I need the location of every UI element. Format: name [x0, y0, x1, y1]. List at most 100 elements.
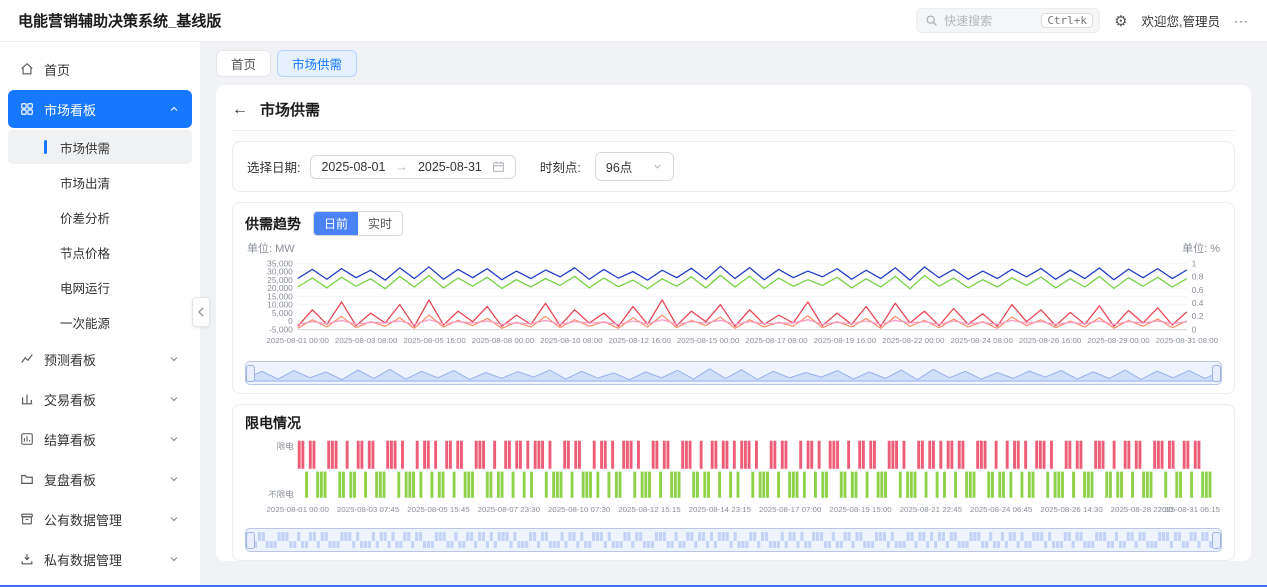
- brush-right-handle[interactable]: [1212, 365, 1221, 382]
- home-icon: [20, 62, 34, 76]
- supply-demand-line-chart[interactable]: 35,00030,00025,00020,00015,00010,0005,00…: [245, 258, 1222, 356]
- sidebar-subitem-market-clearing[interactable]: 市场出清: [8, 165, 192, 199]
- welcome-user-label[interactable]: 欢迎您,管理员: [1142, 11, 1220, 30]
- chevron-down-icon: [168, 473, 180, 485]
- svg-text:不限电: 不限电: [268, 489, 294, 499]
- sidebar-item-public-data[interactable]: 公有数据管理: [8, 500, 192, 538]
- trend-mode-toggle: 日前 实时: [313, 211, 403, 236]
- bar-chart-icon: [20, 392, 34, 406]
- sidebar-item-label: 公有数据管理: [44, 510, 122, 529]
- svg-text:2025-08-12 16:00: 2025-08-12 16:00: [608, 336, 671, 345]
- sidebar-subitem-price-diff[interactable]: 价差分析: [8, 200, 192, 234]
- global-search[interactable]: 快速搜索 Ctrl+k: [916, 8, 1100, 33]
- svg-text:2025-08-24 08:00: 2025-08-24 08:00: [950, 336, 1013, 345]
- svg-text:2025-08-07 23:30: 2025-08-07 23:30: [478, 505, 540, 514]
- svg-text:2025-08-26 16:00: 2025-08-26 16:00: [1019, 336, 1082, 345]
- filter-bar: 选择日期: 2025-08-01 → 2025-08-31 时刻点: 96点: [232, 141, 1235, 192]
- svg-text:2025-08-15 00:00: 2025-08-15 00:00: [677, 336, 740, 345]
- sidebar-subitem-node-price[interactable]: 节点价格: [8, 235, 192, 269]
- main-layout: 首页 市场看板 市场供需 市场出清 价差分析 节点价格 电网运行 一次能源: [0, 42, 1267, 587]
- sidebar-item-label: 市场看板: [44, 100, 96, 119]
- svg-text:2025-08-03 07:45: 2025-08-03 07:45: [337, 505, 399, 514]
- svg-text:2025-08-08 00:00: 2025-08-08 00:00: [472, 336, 535, 345]
- svg-text:0.4: 0.4: [1192, 299, 1204, 308]
- svg-text:0: 0: [1192, 326, 1197, 335]
- sidebar-item-trading-board[interactable]: 交易看板: [8, 380, 192, 418]
- sidebar-subitem-label: 节点价格: [60, 243, 110, 262]
- date-end-value: 2025-08-31: [418, 160, 482, 174]
- brush-left-handle[interactable]: [246, 532, 255, 549]
- page-card: ← 市场供需 选择日期: 2025-08-01 → 2025-08-31 时刻点…: [216, 85, 1251, 561]
- tab-bar: 首页 市场供需: [216, 50, 1251, 77]
- date-filter-label: 选择日期:: [247, 157, 300, 176]
- svg-text:2025-08-21 22:45: 2025-08-21 22:45: [900, 505, 962, 514]
- trend-line-icon: [20, 352, 34, 366]
- chevron-down-icon: [168, 433, 180, 445]
- curtailment-brush-slider[interactable]: [245, 528, 1222, 552]
- sidebar-subitem-primary-energy[interactable]: 一次能源: [8, 305, 192, 339]
- main-content: 首页 市场供需 ← 市场供需 选择日期: 2025-08-01 → 2025-0…: [200, 42, 1267, 587]
- svg-text:0.2: 0.2: [1192, 312, 1204, 321]
- trend-brush-slider[interactable]: [245, 361, 1222, 385]
- search-placeholder: 快速搜索: [944, 12, 1035, 29]
- curtailment-title: 限电情况: [245, 413, 301, 433]
- settings-gear-icon[interactable]: ⚙: [1114, 12, 1127, 30]
- archive-box-icon: [20, 512, 34, 526]
- svg-text:2025-08-17 08:00: 2025-08-17 08:00: [745, 336, 808, 345]
- time-point-label: 时刻点:: [540, 157, 581, 176]
- sidebar-item-settlement-board[interactable]: 结算看板: [8, 420, 192, 458]
- date-range-picker[interactable]: 2025-08-01 → 2025-08-31: [310, 155, 515, 179]
- dashboard-grid-icon: [20, 102, 34, 116]
- svg-text:2025-08-14 23:15: 2025-08-14 23:15: [689, 505, 751, 514]
- sidebar-collapse-handle[interactable]: [192, 297, 210, 327]
- curtailment-status-chart[interactable]: 限电不限电2025-08-01 00:002025-08-03 07:45202…: [245, 437, 1222, 523]
- time-point-value: 96点: [606, 157, 632, 176]
- sidebar-subitem-market-supply[interactable]: 市场供需: [8, 130, 192, 164]
- svg-text:2025-08-31 08:00: 2025-08-31 08:00: [1156, 336, 1219, 345]
- brush-left-handle[interactable]: [246, 365, 255, 382]
- sidebar-item-home[interactable]: 首页: [8, 50, 192, 88]
- column-chart-icon: [20, 432, 34, 446]
- sidebar-item-label: 预测看板: [44, 350, 96, 369]
- chevron-down-icon: [652, 161, 663, 172]
- tab-label: 市场供需: [292, 58, 342, 72]
- chevron-down-icon: [168, 393, 180, 405]
- range-arrow: →: [395, 160, 408, 174]
- sidebar-subitem-grid-operation[interactable]: 电网运行: [8, 270, 192, 304]
- brush-selection: [246, 362, 1221, 384]
- sidebar-item-market-board[interactable]: 市场看板: [8, 90, 192, 128]
- brush-right-handle[interactable]: [1212, 532, 1221, 549]
- sidebar-item-private-data[interactable]: 私有数据管理: [8, 540, 192, 578]
- time-point-select[interactable]: 96点: [595, 152, 674, 181]
- page-header: ← 市场供需: [232, 95, 1235, 131]
- sidebar-item-review-board[interactable]: 复盘看板: [8, 460, 192, 498]
- toggle-realtime[interactable]: 实时: [358, 212, 402, 235]
- svg-text:2025-08-05 16:00: 2025-08-05 16:00: [403, 336, 466, 345]
- sidebar-item-label: 首页: [44, 60, 70, 79]
- search-shortcut-badge: Ctrl+k: [1041, 13, 1093, 28]
- sidebar-item-label: 交易看板: [44, 390, 96, 409]
- top-header: 电能营销辅助决策系统_基线版 快速搜索 Ctrl+k ⚙ 欢迎您,管理员 ···: [0, 0, 1267, 42]
- svg-text:2025-08-22 00:00: 2025-08-22 00:00: [882, 336, 945, 345]
- tab-market-supply[interactable]: 市场供需: [277, 50, 357, 77]
- sidebar-item-label: 私有数据管理: [44, 550, 122, 569]
- svg-text:2025-08-29 00:00: 2025-08-29 00:00: [1087, 336, 1150, 345]
- svg-text:1: 1: [1192, 260, 1197, 269]
- svg-text:2025-08-10 07:30: 2025-08-10 07:30: [548, 505, 610, 514]
- brush-selection: [246, 529, 1221, 551]
- sidebar-item-forecast-board[interactable]: 预测看板: [8, 340, 192, 378]
- tab-home[interactable]: 首页: [216, 50, 271, 77]
- toggle-day-ahead[interactable]: 日前: [314, 212, 358, 235]
- sidebar-subitem-label: 一次能源: [60, 313, 110, 332]
- curtailment-section-header: 限电情况: [245, 413, 1222, 433]
- svg-text:0.6: 0.6: [1192, 286, 1204, 295]
- back-arrow[interactable]: ←: [232, 102, 248, 118]
- sidebar-subitem-label: 电网运行: [60, 278, 110, 297]
- svg-text:2025-08-19 16:00: 2025-08-19 16:00: [814, 336, 877, 345]
- chevron-up-icon: [168, 103, 180, 115]
- svg-text:2025-08-03 08:00: 2025-08-03 08:00: [335, 336, 398, 345]
- svg-text:限电: 限电: [277, 441, 295, 451]
- more-menu-icon[interactable]: ···: [1234, 14, 1249, 28]
- sidebar-subitem-label: 市场出清: [60, 173, 110, 192]
- chevron-down-icon: [168, 513, 180, 525]
